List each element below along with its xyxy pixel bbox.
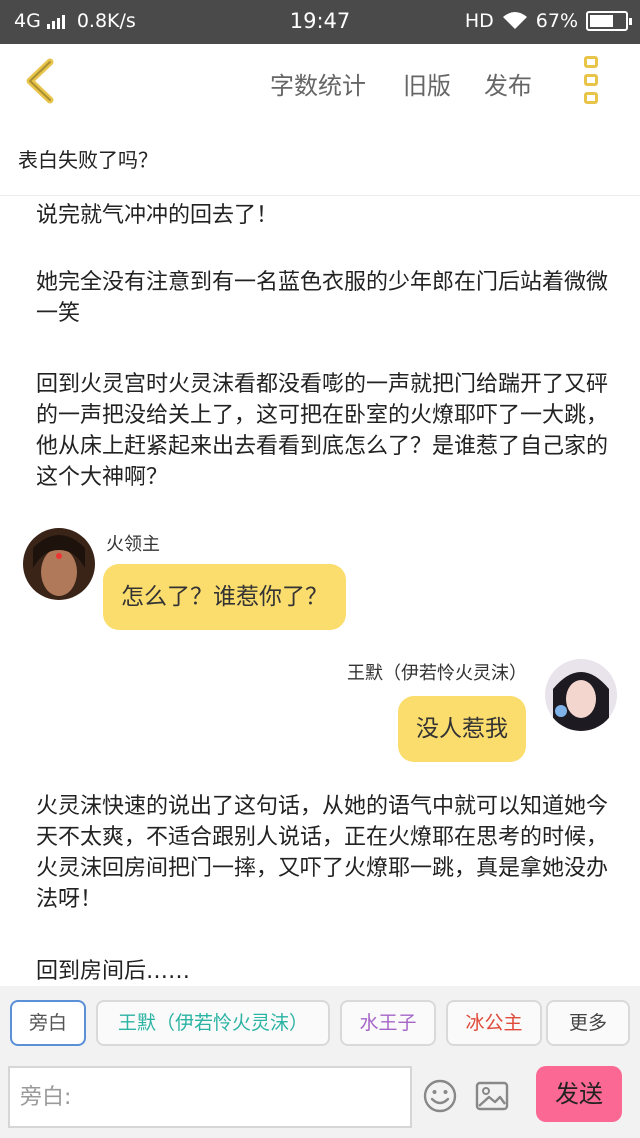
- message-input[interactable]: [8, 1066, 412, 1128]
- image-icon[interactable]: [474, 1078, 510, 1114]
- publish-button[interactable]: 发布: [484, 66, 532, 101]
- more-dot: [584, 56, 598, 68]
- narration-paragraph[interactable]: 说完就气冲冲的回去了！: [36, 200, 608, 231]
- hd-indicator: HD: [464, 10, 494, 32]
- role-chip-water-prince[interactable]: 水王子: [340, 1000, 436, 1046]
- composer-panel: 旁白 王默（伊若怜火灵沫） 水王子 冰公主 更多 发送: [0, 986, 640, 1138]
- narration-paragraph[interactable]: 回到房间后……: [36, 956, 608, 986]
- role-chip-wangmo[interactable]: 王默（伊若怜火灵沫）: [96, 1000, 330, 1046]
- more-dot: [584, 74, 598, 86]
- role-chip-narration[interactable]: 旁白: [10, 1000, 86, 1046]
- back-button[interactable]: [18, 56, 68, 106]
- more-dot: [584, 92, 598, 104]
- narration-paragraph[interactable]: 她完全没有注意到有一名蓝色衣服的少年郎在门后站着微微一笑: [36, 267, 608, 329]
- narration-paragraph[interactable]: 回到火灵宫时火灵沫看都没看嘭的一声就把门给踹开了又砰的一声把没给关上了，这可把在…: [36, 369, 608, 493]
- battery-level: [590, 15, 613, 27]
- wifi-icon: [502, 12, 527, 29]
- status-bar: 4G 0.8K/s 19:47 HD 67%: [0, 0, 640, 44]
- chapter-title[interactable]: 表白失败了吗？: [0, 132, 640, 196]
- character-portrait: [23, 528, 95, 600]
- top-toolbar: 字数统计 旧版 发布: [0, 44, 640, 120]
- speaker-name: 火领主: [106, 534, 160, 555]
- chat-bubble[interactable]: 怎么了？谁惹你了？: [103, 564, 346, 630]
- role-chip-ice-princess[interactable]: 冰公主: [446, 1000, 542, 1046]
- avatar[interactable]: [545, 659, 617, 731]
- status-right: HD 67%: [464, 10, 632, 32]
- avatar[interactable]: [23, 528, 95, 600]
- send-button[interactable]: 发送: [536, 1066, 622, 1122]
- old-version-button[interactable]: 旧版: [403, 66, 451, 101]
- character-portrait: [545, 659, 617, 731]
- more-menu-icon[interactable]: [584, 56, 604, 104]
- speaker-name: 王默（伊若怜火灵沫）: [347, 663, 527, 684]
- chat-bubble[interactable]: 没人惹我: [398, 696, 526, 762]
- story-content[interactable]: 说完就气冲冲的回去了！ 她完全没有注意到有一名蓝色衣服的少年郎在门后站着微微一笑…: [0, 196, 640, 986]
- back-arrow-icon: [26, 58, 54, 104]
- battery-icon: [586, 11, 632, 31]
- more-roles-button[interactable]: 更多: [546, 1000, 630, 1046]
- battery-percent: 67%: [535, 10, 578, 32]
- word-count-button[interactable]: 字数统计: [270, 66, 366, 101]
- emoji-icon[interactable]: [422, 1078, 458, 1114]
- narration-paragraph[interactable]: 火灵沫快速的说出了这句话，从她的语气中就可以知道她今天不太爽，不适合跟别人说话，…: [36, 791, 608, 915]
